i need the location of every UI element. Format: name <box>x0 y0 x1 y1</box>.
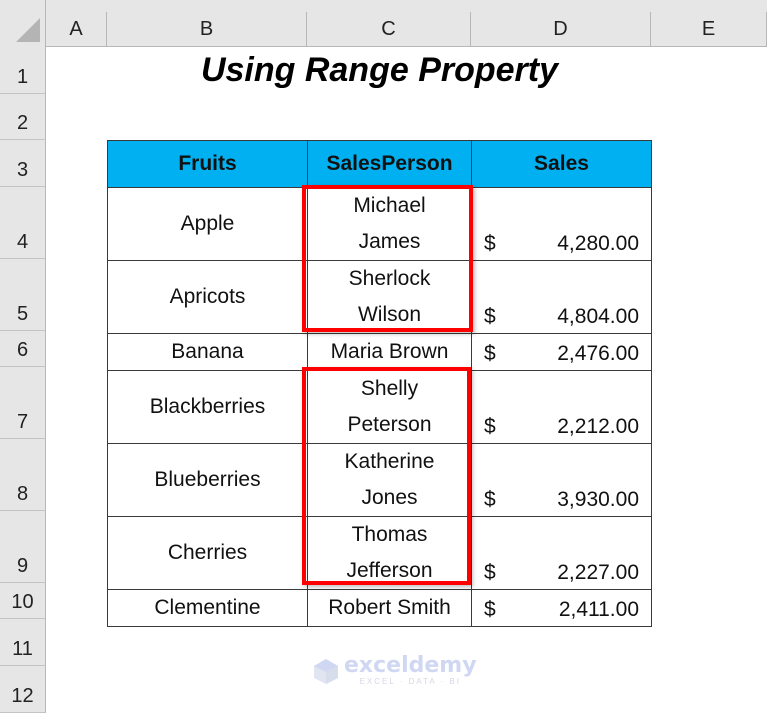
salesperson-cell[interactable]: Maria Brown <box>307 333 472 371</box>
header-sales[interactable]: Sales <box>471 140 652 188</box>
table-row: Blackberries Shelly Peterson $2,212.00 <box>107 370 652 444</box>
fruit-cell[interactable]: Apple <box>107 187 308 261</box>
salesperson-cell[interactable]: Katherine Jones <box>307 443 472 517</box>
currency-symbol: $ <box>484 232 496 255</box>
header-fruits[interactable]: Fruits <box>107 140 308 188</box>
currency-symbol: $ <box>484 342 496 365</box>
fruit-cell[interactable]: Apricots <box>107 260 308 334</box>
table-row: Clementine Robert Smith $2,411.00 <box>107 589 652 627</box>
currency-symbol: $ <box>484 598 496 621</box>
sales-cell[interactable]: $2,476.00 <box>471 333 652 371</box>
table-row: Apple Michael James $4,280.00 <box>107 187 652 261</box>
salesperson-last: Wilson <box>357 303 421 326</box>
sales-cell[interactable]: $2,411.00 <box>471 589 652 627</box>
salesperson-last: Jefferson <box>346 559 433 582</box>
row-header-3[interactable]: 3 <box>0 140 46 187</box>
sales-cell[interactable]: $3,930.00 <box>471 443 652 517</box>
column-header-b[interactable]: B <box>107 12 307 47</box>
salesperson-cell[interactable]: Thomas Jefferson <box>307 516 472 590</box>
row-header-10[interactable]: 10 <box>0 583 46 619</box>
salesperson-first: Thomas <box>351 523 428 546</box>
currency-symbol: $ <box>484 305 496 328</box>
salesperson-cell[interactable]: Robert Smith <box>307 589 472 627</box>
table-row: Banana Maria Brown $2,476.00 <box>107 333 652 371</box>
watermark-tagline: EXCEL · DATA · BI <box>359 677 461 686</box>
sales-amount: 2,476.00 <box>557 342 639 365</box>
row-header-9[interactable]: 9 <box>0 511 46 583</box>
salesperson-cell[interactable]: Michael James <box>307 187 472 261</box>
sales-amount: 2,411.00 <box>558 598 639 621</box>
salesperson-cell[interactable]: Sherlock Wilson <box>307 260 472 334</box>
fruit-cell[interactable]: Banana <box>107 333 308 371</box>
sales-cell[interactable]: $2,212.00 <box>471 370 652 444</box>
salesperson-last: Jones <box>361 486 418 509</box>
column-header-a[interactable]: A <box>46 12 107 47</box>
table-row: Blueberries Katherine Jones $3,930.00 <box>107 443 652 517</box>
fruit-cell[interactable]: Cherries <box>107 516 308 590</box>
salesperson-last: Peterson <box>347 413 432 436</box>
row-header-2[interactable]: 2 <box>0 94 46 140</box>
row-header-4[interactable]: 4 <box>0 187 46 259</box>
row-header-11[interactable]: 11 <box>0 619 46 666</box>
currency-symbol: $ <box>484 488 496 511</box>
header-salesperson[interactable]: SalesPerson <box>307 140 472 188</box>
watermark-brand: exceldemy <box>344 653 477 678</box>
sales-amount: 2,212.00 <box>557 415 639 438</box>
sales-amount: 3,930.00 <box>557 488 639 511</box>
salesperson-first: Sherlock <box>348 267 431 290</box>
table-header-row: Fruits SalesPerson Sales <box>107 140 652 188</box>
row-header-8[interactable]: 8 <box>0 439 46 511</box>
salesperson-first: Shelly <box>360 377 419 400</box>
row-header-1[interactable]: 1 <box>0 47 46 94</box>
sales-amount: 4,804.00 <box>557 305 639 328</box>
table-row: Cherries Thomas Jefferson $2,227.00 <box>107 516 652 590</box>
table-row: Apricots Sherlock Wilson $4,804.00 <box>107 260 652 334</box>
salesperson-first: Katherine <box>344 450 435 473</box>
row-header-12[interactable]: 12 <box>0 666 46 713</box>
row-header-5[interactable]: 5 <box>0 259 46 331</box>
watermark: exceldemy EXCEL · DATA · BI <box>312 655 477 686</box>
select-all-triangle-icon <box>16 18 40 42</box>
sales-cell[interactable]: $2,227.00 <box>471 516 652 590</box>
sales-cell[interactable]: $4,280.00 <box>471 187 652 261</box>
sales-table: Fruits SalesPerson Sales Apple Michael Ja… <box>107 140 652 627</box>
salesperson-last: James <box>358 230 421 253</box>
currency-symbol: $ <box>484 561 496 584</box>
select-all-button[interactable] <box>0 0 46 47</box>
fruit-cell[interactable]: Clementine <box>107 589 308 627</box>
sales-cell[interactable]: $4,804.00 <box>471 260 652 334</box>
column-header-d[interactable]: D <box>471 12 651 47</box>
sales-amount: 4,280.00 <box>557 232 639 255</box>
exceldemy-logo-icon <box>314 658 338 684</box>
salesperson-first: Michael <box>353 194 426 217</box>
row-header-7[interactable]: 7 <box>0 367 46 439</box>
column-header-e[interactable]: E <box>651 12 767 47</box>
fruit-cell[interactable]: Blackberries <box>107 370 308 444</box>
currency-symbol: $ <box>484 415 496 438</box>
fruit-cell[interactable]: Blueberries <box>107 443 308 517</box>
column-header-c[interactable]: C <box>307 12 471 47</box>
salesperson-cell[interactable]: Shelly Peterson <box>307 370 472 444</box>
row-header-6[interactable]: 6 <box>0 331 46 367</box>
sheet-title[interactable]: Using Range Property <box>108 47 651 93</box>
sales-amount: 2,227.00 <box>557 561 639 584</box>
